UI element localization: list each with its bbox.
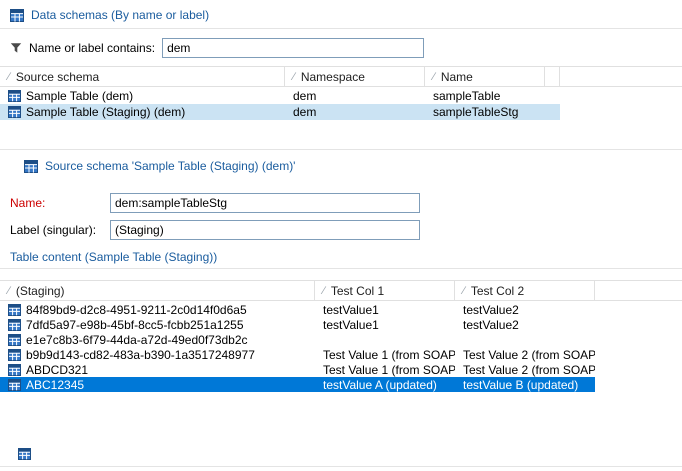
sort-icon: ∕	[433, 71, 435, 83]
separator	[0, 28, 682, 29]
table-row[interactable]: 7dfd5a97-e98b-45bf-8cc5-fcbb251a1255 tes…	[0, 317, 595, 332]
cell-test-col-1: Test Value 1 (from SOAP)	[323, 348, 455, 362]
cell-name: sampleTable	[433, 89, 500, 103]
separator	[0, 466, 682, 467]
cell-source-schema: Sample Table (dem)	[26, 89, 133, 103]
new-row-table-icon[interactable]	[18, 448, 31, 460]
cell-id: ABC12345	[26, 378, 84, 392]
table-icon	[8, 364, 21, 376]
column-header-label: Test Col 1	[331, 284, 384, 298]
cell-namespace: dem	[293, 105, 316, 119]
cell-name: sampleTableStg	[433, 105, 518, 119]
cell-id: b9b9d143-cd82-483a-b390-1a3517248977	[26, 348, 255, 362]
column-header-test-col-2[interactable]: ∕ Test Col 2	[455, 281, 595, 300]
column-header-test-col-1[interactable]: ∕ Test Col 1	[315, 281, 455, 300]
table-icon	[8, 349, 21, 361]
schema-icon	[24, 160, 38, 173]
funnel-icon	[10, 42, 22, 54]
column-header-label: Test Col 2	[471, 284, 524, 298]
cell-test-col-1: Test Value 1 (from SOAP)	[323, 363, 455, 377]
table-icon	[8, 90, 21, 102]
cell-id: 7dfd5a97-e98b-45bf-8cc5-fcbb251a1255	[26, 318, 244, 332]
filter-row: Name or label contains:	[10, 37, 424, 59]
cell-test-col-2: testValue2	[463, 318, 519, 332]
column-header-name[interactable]: ∕ Name	[425, 67, 545, 86]
cell-test-col-2: testValue B (updated)	[463, 378, 578, 392]
section-title-label: Table content (Sample Table (Staging))	[10, 250, 217, 264]
table-icon	[8, 319, 21, 331]
separator	[0, 268, 682, 269]
column-header-filler	[560, 67, 682, 86]
table-icon	[8, 106, 21, 118]
app-window: Data schemas (By name or label) Name or …	[0, 0, 682, 471]
column-header-label: Name	[441, 70, 473, 84]
table-row[interactable]: b9b9d143-cd82-483a-b390-1a3517248977 Tes…	[0, 347, 595, 362]
cell-id: 84f89bd9-d2c8-4951-9211-2c0d14f0d6a5	[26, 303, 247, 317]
schema-icon	[10, 9, 24, 22]
table-icon	[8, 334, 21, 346]
separator	[0, 149, 682, 150]
cell-test-col-2: Test Value 2 (from SOAP)	[463, 348, 595, 362]
cell-source-schema: Sample Table (Staging) (dem)	[26, 105, 185, 119]
table-row[interactable]: Sample Table (dem) dem sampleTable	[0, 88, 560, 104]
column-header-label: Namespace	[301, 70, 365, 84]
column-header-filler	[595, 281, 682, 300]
cell-test-col-2: Test Value 2 (from SOAP)	[463, 363, 595, 377]
table-row-selected[interactable]: Sample Table (Staging) (dem) dem sampleT…	[0, 104, 560, 120]
label-singular-input[interactable]	[110, 220, 420, 240]
column-header-label: (Staging)	[16, 284, 65, 298]
column-header-filler	[545, 67, 560, 86]
table-row[interactable]: e1e7c8b3-6f79-44da-a72d-49ed0f73db2c	[0, 332, 595, 347]
cell-test-col-1: testValue A (updated)	[323, 378, 437, 392]
cell-id: ABDCD321	[26, 363, 88, 377]
table-icon	[8, 304, 21, 316]
column-header-staging[interactable]: ∕ (Staging)	[0, 281, 315, 300]
name-input[interactable]	[110, 193, 420, 213]
cell-test-col-2: testValue2	[463, 303, 519, 317]
section-title-table-content: Table content (Sample Table (Staging))	[10, 249, 217, 265]
sort-icon: ∕	[8, 285, 10, 297]
content-grid-header: ∕ (Staging) ∕ Test Col 1 ∕ Test Col 2	[0, 280, 682, 301]
label-singular-label: Label (singular):	[10, 220, 96, 240]
section-title-label: Source schema 'Sample Table (Staging) (d…	[45, 159, 295, 173]
cell-namespace: dem	[293, 89, 316, 103]
column-header-label: Source schema	[16, 70, 99, 84]
column-header-source-schema[interactable]: ∕ Source schema	[0, 67, 285, 86]
section-title-label: Data schemas (By name or label)	[31, 8, 209, 22]
sort-icon: ∕	[293, 71, 295, 83]
table-row[interactable]: ABDCD321 Test Value 1 (from SOAP) Test V…	[0, 362, 595, 377]
cell-id: e1e7c8b3-6f79-44da-a72d-49ed0f73db2c	[26, 333, 248, 347]
sort-icon: ∕	[8, 71, 10, 83]
table-row-selected[interactable]: ABC12345 testValue A (updated) testValue…	[0, 377, 595, 392]
section-title-data-schemas: Data schemas (By name or label)	[10, 7, 209, 23]
section-title-source-schema: Source schema 'Sample Table (Staging) (d…	[24, 158, 295, 174]
filter-input[interactable]	[162, 38, 424, 58]
schemas-grid-header: ∕ Source schema ∕ Namespace ∕ Name	[0, 66, 682, 87]
table-icon	[8, 379, 21, 391]
column-header-namespace[interactable]: ∕ Namespace	[285, 67, 425, 86]
table-row[interactable]: 84f89bd9-d2c8-4951-9211-2c0d14f0d6a5 tes…	[0, 302, 595, 317]
sort-icon: ∕	[463, 285, 465, 297]
filter-label: Name or label contains:	[29, 41, 155, 55]
sort-icon: ∕	[323, 285, 325, 297]
name-label: Name:	[10, 193, 45, 213]
cell-test-col-1: testValue1	[323, 303, 379, 317]
cell-test-col-1: testValue1	[323, 318, 379, 332]
